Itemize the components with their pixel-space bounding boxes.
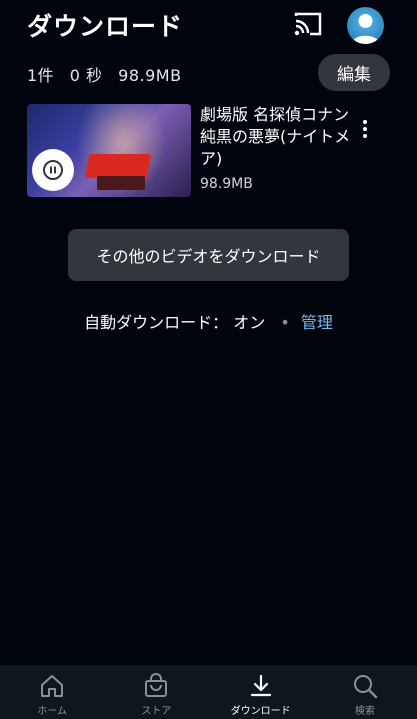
thumbnail-subtitle-logo xyxy=(97,176,145,190)
download-count: 1件 xyxy=(27,66,55,85)
more-options-icon[interactable] xyxy=(357,118,373,144)
nav-download[interactable]: ダウンロード xyxy=(209,665,313,719)
auto-download-row: 自動ダウンロード： オン • 管理 xyxy=(0,309,417,333)
app-header: ダウンロード xyxy=(0,0,417,52)
nav-search[interactable]: 検索 xyxy=(313,665,417,719)
video-title[interactable]: 劇場版 名探偵コナン 純黒の悪夢(ナイトメア) xyxy=(200,104,360,170)
auto-download-status: オン xyxy=(233,313,266,332)
search-icon xyxy=(353,675,378,699)
user-avatar-icon[interactable] xyxy=(347,7,384,44)
download-icon xyxy=(250,674,271,697)
manage-link[interactable]: 管理 xyxy=(301,313,333,332)
download-summary: 1件 0 秒 98.9MB xyxy=(27,62,192,86)
download-duration: 0 秒 xyxy=(69,66,103,85)
pause-download-button[interactable] xyxy=(32,149,74,191)
video-thumbnail[interactable] xyxy=(27,104,191,197)
pause-icon xyxy=(43,160,63,180)
cast-icon[interactable] xyxy=(293,10,323,38)
download-item: 劇場版 名探偵コナン 純黒の悪夢(ナイトメア) 98.9MB xyxy=(27,104,390,198)
nav-store[interactable]: ストア xyxy=(104,665,208,719)
download-other-videos-button[interactable]: その他のビデオをダウンロード xyxy=(68,229,349,281)
store-bag-icon xyxy=(145,673,168,697)
edit-button[interactable]: 編集 xyxy=(318,54,390,91)
video-size: 98.9MB xyxy=(200,176,253,192)
home-icon xyxy=(41,675,64,697)
auto-download-label: 自動ダウンロード： xyxy=(84,313,229,332)
nav-store-label: ストア xyxy=(141,706,172,717)
page-title: ダウンロード xyxy=(27,12,184,41)
download-total-size: 98.9MB xyxy=(118,66,182,85)
separator-dot: • xyxy=(280,313,290,332)
nav-home-label: ホーム xyxy=(37,706,67,717)
thumbnail-logo xyxy=(84,154,152,178)
nav-download-label: ダウンロード xyxy=(230,706,291,717)
bottom-navigation: ホーム ストア ダウンロード 検索 xyxy=(0,665,417,719)
nav-search-label: 検索 xyxy=(354,706,375,717)
nav-home[interactable]: ホーム xyxy=(0,665,104,719)
